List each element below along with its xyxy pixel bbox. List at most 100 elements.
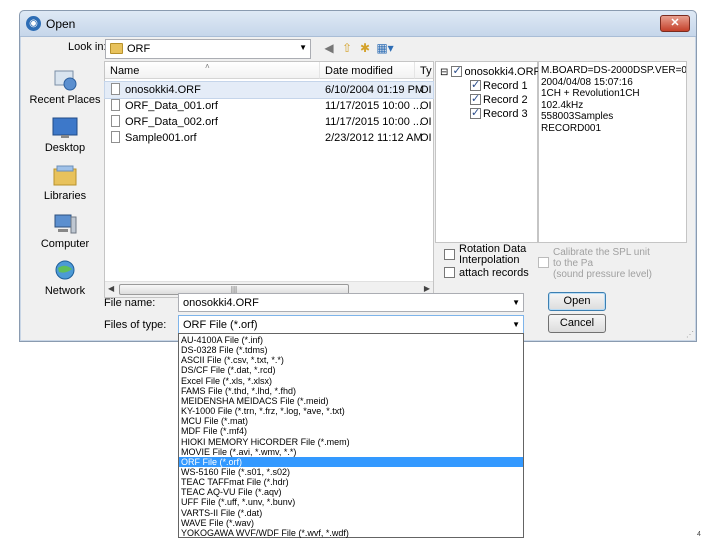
file-list[interactable]: Name ˄ Date modified Ty onosokki4.ORF 6/1… (104, 61, 434, 298)
place-network[interactable]: Network (27, 260, 103, 297)
scroll-left-icon[interactable]: ◀ (108, 284, 114, 293)
attach-label: attach records (459, 267, 529, 279)
lookin-value: ORF (127, 43, 151, 55)
tree-record[interactable]: Record 3 (470, 106, 528, 120)
nav-toolbar: ◀ ⇧ ✱ ▦▾ (322, 41, 394, 57)
file-type: OI (420, 84, 432, 96)
root-checkbox[interactable] (451, 64, 463, 77)
file-name: onosokki4.ORF (125, 84, 201, 96)
resize-grip-icon[interactable]: ⋰ (686, 330, 694, 339)
filetype-option[interactable]: TEAC AQ-VU File (*.aqv) (179, 487, 523, 497)
chevron-down-icon[interactable]: ▼ (512, 320, 520, 329)
lookin-combo[interactable]: ORF ▼ (105, 39, 311, 59)
column-header-name[interactable]: Name ˄ (105, 62, 320, 79)
record-checkbox[interactable] (470, 106, 481, 119)
new-folder-icon[interactable]: ✱ (358, 41, 372, 55)
filetype-option[interactable]: ASCII File (*.csv, *.txt, *.*) (179, 355, 523, 365)
calibrate-checkbox[interactable] (538, 257, 549, 268)
filename-input[interactable]: onosokki4.ORF ▼ (178, 293, 524, 312)
up-folder-icon[interactable]: ⇧ (340, 41, 354, 55)
filetype-option[interactable]: YOKOGAWA WVF/WDF File (*.wvf, *.wdf) (179, 528, 523, 538)
calibrate-label: Calibrate the SPL unit to the Pa (sound … (553, 247, 652, 280)
chevron-down-icon[interactable]: ▼ (299, 43, 307, 52)
filetype-option[interactable]: WS-5160 File (*.s01, *.s02) (179, 467, 523, 477)
record-checkbox[interactable] (470, 78, 481, 91)
place-label: Libraries (43, 190, 87, 202)
filetype-dropdown-list[interactable]: AU-4100A File (*.inf) DS-0328 File (*.tdm… (178, 333, 524, 538)
file-row[interactable]: onosokki4.ORF 6/10/2004 01:19 PM OI (104, 81, 434, 99)
file-date: 2/23/2012 11:12 AM (325, 132, 423, 144)
filetype-option[interactable]: DS/CF File (*.dat, *.rcd) (179, 365, 523, 375)
view-menu-icon[interactable]: ▦▾ (376, 41, 394, 55)
file-type: OI (420, 100, 432, 112)
tree-record[interactable]: Record 1 (470, 78, 528, 92)
chevron-down-icon[interactable]: ▼ (512, 298, 520, 307)
cancel-button[interactable]: Cancel (548, 314, 606, 333)
file-icon (111, 131, 120, 143)
filetype-option[interactable]: MEIDENSHA MEIDACS File (*.meid) (179, 396, 523, 406)
file-name: ORF_Data_002.orf (125, 116, 218, 128)
filetype-option[interactable]: MOVIE File (*.avi, *.wmv, *.*) (179, 447, 523, 457)
file-icon (111, 99, 120, 111)
filetype-option[interactable]: MDF File (*.mf4) (179, 426, 523, 436)
file-row[interactable]: ORF_Data_001.orf 11/17/2015 10:00 ... OI (105, 98, 433, 114)
tree-record[interactable]: Record 2 (470, 92, 528, 106)
record-tree[interactable]: ⊟ onosokki4.ORF Record 1 Record 2 Record… (435, 61, 541, 243)
filetype-option[interactable]: FAMS File (*.thd, *.lhd, *.fhd) (179, 386, 523, 396)
back-icon[interactable]: ◀ (322, 41, 336, 55)
record-label: Record 3 (483, 108, 528, 120)
record-checkbox[interactable] (470, 92, 481, 105)
filetype-option[interactable]: WAVE File (*.wav) (179, 518, 523, 528)
file-type: OI (420, 132, 432, 144)
tree-root-label: onosokki4.ORF (464, 66, 541, 78)
rotation-label: Rotation Data Interpolation (459, 243, 527, 266)
desktop-icon (52, 117, 78, 138)
place-desktop[interactable]: Desktop (27, 117, 103, 154)
file-icon (111, 83, 120, 95)
open-button[interactable]: Open (548, 292, 606, 311)
place-recent[interactable]: Recent Places (27, 69, 103, 106)
filetype-option[interactable]: VARTS-II File (*.dat) (179, 508, 523, 518)
attach-checkbox[interactable] (444, 267, 455, 278)
filename-value: onosokki4.ORF (183, 297, 259, 309)
filetype-option[interactable]: AU-4100A File (*.inf) (179, 335, 523, 345)
filetype-option[interactable]: DS-0328 File (*.tdms) (179, 345, 523, 355)
sort-arrow-icon: ˄ (205, 62, 210, 71)
lookin-label: Look in: (68, 41, 107, 53)
file-date: 6/10/2004 01:19 PM (325, 84, 425, 96)
filetype-option[interactable]: UFF File (*.uff, *.unv, *.bunv) (179, 497, 523, 507)
file-row[interactable]: Sample001.orf 2/23/2012 11:12 AM OI (105, 130, 433, 146)
filetype-value: ORF File (*.orf) (183, 319, 258, 331)
file-type: OI (420, 116, 432, 128)
column-header-type[interactable]: Ty (415, 62, 433, 79)
collapse-icon[interactable]: ⊟ (440, 67, 448, 78)
record-label: Record 1 (483, 80, 528, 92)
rotation-checkbox[interactable] (444, 249, 455, 260)
window-title: Open (46, 17, 76, 31)
place-label: Desktop (44, 142, 86, 154)
column-header-date[interactable]: Date modified (320, 62, 415, 79)
computer-icon (54, 214, 77, 234)
filetype-option[interactable]: ORF File (*.orf) (179, 456, 523, 467)
place-computer[interactable]: Computer (27, 213, 103, 250)
filetype-option[interactable]: TEAC TAFFmat File (*.hdr) (179, 477, 523, 487)
network-icon (55, 260, 75, 280)
libraries-icon (53, 165, 77, 186)
record-label: Record 2 (483, 94, 528, 106)
file-row[interactable]: ORF_Data_002.orf 11/17/2015 10:00 ... OI (105, 114, 433, 130)
filetype-option[interactable]: HIOKI MEMORY HiCORDER File (*.mem) (179, 437, 523, 447)
file-date: 11/17/2015 10:00 ... (325, 116, 423, 128)
file-icon (111, 115, 120, 127)
filetype-option[interactable]: KY-1000 File (*.trn, *.frz, *.log, *ave,… (179, 406, 523, 416)
tree-root[interactable]: ⊟ onosokki4.ORF (440, 64, 541, 78)
close-button[interactable]: ✕ (660, 15, 690, 32)
folder-icon (110, 43, 123, 54)
filetype-option[interactable]: MCU File (*.mat) (179, 416, 523, 426)
filetype-select[interactable]: ORF File (*.orf) ▼ (178, 315, 524, 334)
file-date: 11/17/2015 10:00 ... (325, 100, 423, 112)
place-libraries[interactable]: Libraries (27, 165, 103, 202)
title-bar: ◉ Open ✕ (20, 11, 696, 37)
filetype-option[interactable]: Excel File (*.xls, *.xlsx) (179, 376, 523, 386)
scroll-right-icon[interactable]: ▶ (424, 284, 430, 293)
place-label: Computer (40, 238, 90, 250)
